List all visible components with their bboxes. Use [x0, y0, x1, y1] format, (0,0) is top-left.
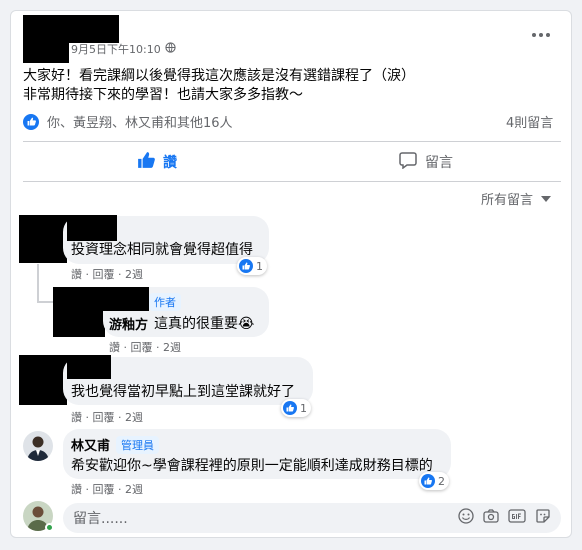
redacted-profile-block	[23, 15, 69, 63]
author-badge: 作者	[149, 293, 181, 311]
redacted-name	[67, 215, 117, 241]
thread-line	[37, 264, 39, 302]
like-icon	[137, 151, 155, 173]
online-status-dot	[45, 523, 54, 532]
gif-icon[interactable]	[508, 508, 526, 528]
comment-count[interactable]: 4則留言	[506, 112, 553, 131]
sort-dropdown[interactable]: 所有留言	[481, 189, 552, 208]
comment-actions[interactable]: 讚 · 回覆 · 2週	[71, 481, 143, 497]
redacted-avatar	[19, 355, 67, 405]
emoji-icon[interactable]	[458, 508, 474, 528]
commenter-name[interactable]: 林又甫	[71, 435, 110, 454]
comment-icon	[399, 151, 417, 173]
like-icon	[421, 474, 435, 488]
post-timestamp[interactable]: 9月5日下午10:10	[71, 41, 161, 57]
comment-actions[interactable]: 讚 · 回覆 · 2週	[109, 339, 181, 355]
comment-reaction[interactable]: 2	[419, 472, 449, 490]
sticker-icon[interactable]	[535, 508, 551, 528]
divider	[23, 141, 561, 142]
avatar[interactable]	[23, 431, 53, 461]
like-label: 讚	[163, 155, 177, 171]
comment-actions[interactable]: 讚 · 回覆 · 2週	[71, 266, 143, 282]
comment-reaction[interactable]: 1	[237, 257, 267, 275]
divider	[23, 181, 561, 182]
reply-content: 游釉方 這真的很重要😭	[109, 313, 254, 333]
comment-button[interactable]: 留言	[399, 151, 453, 173]
admin-badge: 管理員	[116, 435, 160, 454]
commenter-name[interactable]: 游釉方	[109, 314, 148, 333]
globe-icon	[165, 42, 176, 56]
sort-label: 所有留言	[481, 193, 534, 208]
reaction-count: 2	[438, 474, 445, 488]
redacted-name	[103, 287, 149, 311]
redacted-name-block	[69, 15, 119, 43]
post-card: 9月5日下午10:10 大家好！看完課綱以後覺得我這次應該是沒有選錯課程了（淚）…	[10, 10, 572, 538]
composer-icons	[458, 508, 551, 528]
post-text-line2: 非常期待接下來的學習！也請大家多多指教～	[23, 87, 303, 103]
like-button[interactable]: 讚	[137, 151, 177, 173]
redacted-name	[67, 355, 111, 379]
comment-text: 我也覺得當初早點上到這堂課就好了	[71, 384, 295, 400]
like-icon	[239, 259, 253, 273]
reactions-text: 你、黃昱翔、林又甫和其他16人	[47, 116, 233, 131]
comment-text: 希安歡迎你~學會課程裡的原則一定能順利達成財務目標的	[71, 458, 433, 474]
comment-text: 這真的很重要😭	[154, 316, 255, 332]
comment-input[interactable]: 留言......	[63, 503, 561, 533]
redacted-avatar	[53, 287, 105, 337]
post-text-line1: 大家好！看完課綱以後覺得我這次應該是沒有選錯課程了（淚）	[23, 68, 415, 84]
like-icon	[283, 401, 297, 415]
thread-line	[37, 301, 53, 303]
reaction-count: 1	[256, 259, 263, 273]
comment-input-placeholder: 留言......	[73, 511, 128, 527]
dropdown-icon	[541, 191, 552, 206]
post-meta: 9月5日下午10:10	[71, 41, 176, 57]
commenter-header: 林又甫 管理員	[71, 435, 160, 454]
comment-actions[interactable]: 讚 · 回覆 · 2週	[71, 409, 143, 425]
like-icon	[23, 113, 39, 130]
comment-text: 投資理念相同就會覺得超值得	[71, 242, 253, 258]
reaction-count: 1	[300, 401, 307, 415]
comment-label: 留言	[425, 155, 453, 171]
more-icon[interactable]	[529, 27, 553, 43]
redacted-avatar	[19, 215, 67, 263]
camera-icon[interactable]	[483, 508, 499, 528]
reactions-summary[interactable]: 你、黃昱翔、林又甫和其他16人	[23, 112, 233, 131]
post-body: 大家好！看完課綱以後覺得我這次應該是沒有選錯課程了（淚） 非常期待接下來的學習！…	[23, 67, 415, 105]
comment-reaction[interactable]: 1	[281, 399, 311, 417]
